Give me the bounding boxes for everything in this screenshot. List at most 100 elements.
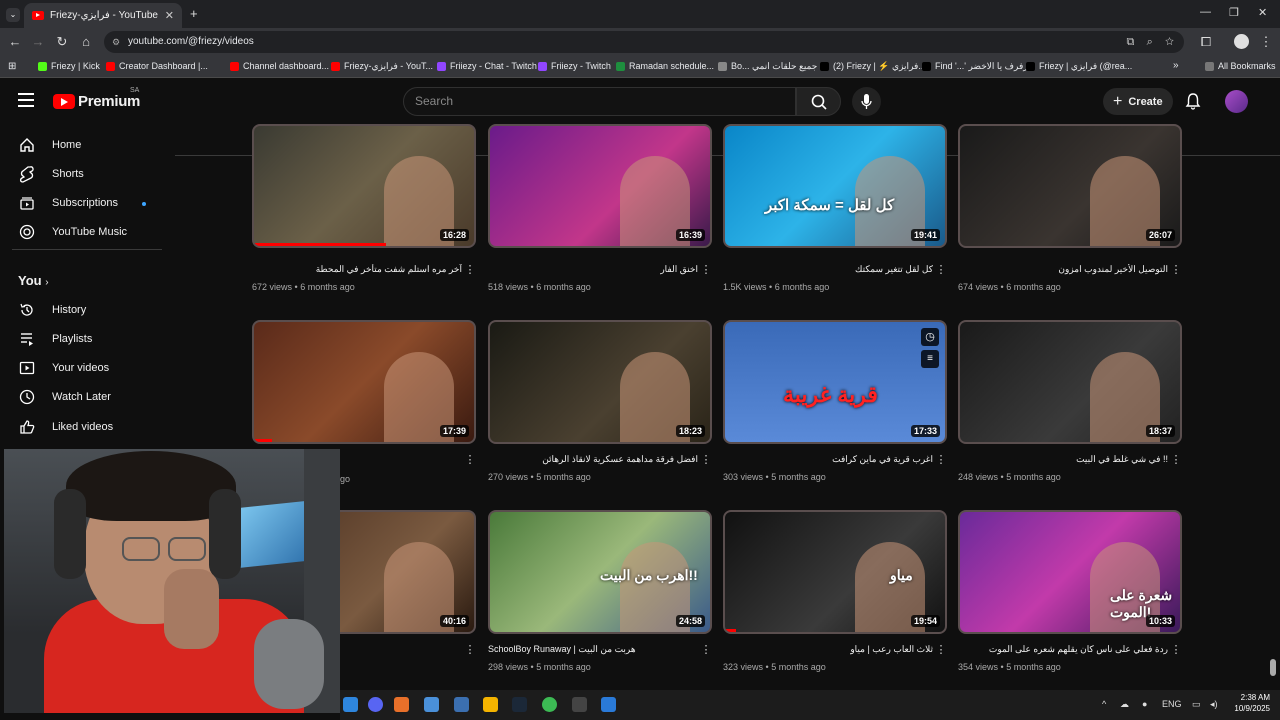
video-card[interactable]: 17:39 ⋮ [252, 320, 476, 466]
video-title[interactable]: !! في شي غلط في البيت [958, 454, 1168, 465]
forward-icon[interactable]: → [30, 34, 46, 49]
video-card[interactable]: مياو 19:54 ثلاث العاب رعب | مياو 323 views … [723, 510, 947, 672]
video-card[interactable]: 16:28 آخر مره استلم شفت متأخر في المحطة 67… [252, 124, 476, 292]
more-actions-icon[interactable]: ⋮ [935, 643, 947, 656]
url-field[interactable]: ⚙ youtube.com/@friezy/videos ⧉ ⌕ ☆ [104, 31, 1184, 53]
steam-icon[interactable] [512, 697, 527, 712]
video-card[interactable]: قرية غريبة 17:33 ◷ ≡ اغرب قرية في ماين كرافت… [723, 320, 947, 482]
more-actions-icon[interactable]: ⋮ [1170, 263, 1182, 276]
back-icon[interactable]: ← [7, 34, 23, 49]
browser-tab[interactable]: Friezy-فرايزي - YouTube ✕ [24, 3, 182, 28]
site-info-icon[interactable]: ⚙ [112, 31, 120, 53]
add-to-queue-icon[interactable]: ≡ [921, 350, 939, 368]
video-thumbnail[interactable]: 18:37 [958, 320, 1182, 444]
more-actions-icon[interactable]: ⋮ [464, 263, 476, 276]
search-input[interactable]: Search [403, 87, 796, 116]
more-actions-icon[interactable]: ⋮ [935, 453, 947, 466]
minimize-icon[interactable]: — [1200, 6, 1211, 18]
video-title[interactable]: اخنق الفار [488, 264, 698, 275]
search-button[interactable] [796, 87, 841, 116]
voice-search-button[interactable] [852, 87, 881, 116]
profile-icon[interactable] [1234, 34, 1249, 49]
youtube-premium-logo[interactable]: Premium SA [53, 87, 140, 110]
video-title[interactable]: كل لقل تتغير سمكتك [723, 264, 933, 275]
video-thumbnail[interactable]: 16:28 [252, 124, 476, 248]
volume-icon[interactable]: ◂) [1210, 699, 1218, 710]
cloud-icon[interactable]: ☁ [1120, 699, 1129, 710]
video-thumbnail[interactable]: 26:07 [958, 124, 1182, 248]
video-thumbnail[interactable]: قرية غريبة 17:33 ◷ ≡ [723, 320, 947, 444]
sidebar-item-liked-videos[interactable]: Liked videos [12, 412, 162, 441]
bookmark-item[interactable]: Find '...' رفرف يا الاخضر [922, 61, 1028, 72]
video-thumbnail[interactable]: كل لقل = سمكة اكبر 19:41 [723, 124, 947, 248]
bookmark-item[interactable]: Friezy-فرايزي - YouT... [331, 61, 433, 72]
sidebar-item-youtube-music[interactable]: YouTube Music [12, 218, 162, 247]
app-icon-9[interactable] [572, 697, 587, 712]
extensions-icon[interactable]: ⧠ [1198, 34, 1214, 50]
video-title[interactable]: اغرب قرية في ماين كرافت [723, 454, 933, 465]
install-icon[interactable]: ⧉ [1127, 36, 1135, 48]
sidebar-item-shorts[interactable]: Shorts [12, 159, 162, 188]
video-title[interactable]: ردة فعلي على ناس كان يقلهم شعره على المو… [958, 644, 1168, 655]
network-icon[interactable]: ▭ [1192, 699, 1201, 710]
bookmark-star-icon[interactable]: ☆ [1165, 36, 1174, 48]
app-icon-4[interactable] [424, 697, 439, 712]
home-browser-icon[interactable]: ⌂ [78, 34, 94, 49]
sidebar-item-playlists[interactable]: Playlists [12, 324, 162, 353]
video-thumbnail[interactable]: 18:23 [488, 320, 712, 444]
apps-grid-icon[interactable]: ⊞ [8, 61, 16, 72]
more-bookmarks-icon[interactable]: » [1173, 60, 1179, 71]
bookmark-item[interactable]: Friiezy - Chat - Twitch [437, 61, 537, 71]
bookmark-item[interactable]: Friezy | Kick [38, 61, 100, 71]
browser-menu-icon[interactable]: ⋮ [1258, 34, 1274, 50]
more-actions-icon[interactable]: ⋮ [700, 263, 712, 276]
close-window-icon[interactable]: ✕ [1258, 6, 1267, 19]
chrome-icon[interactable] [542, 697, 557, 712]
more-actions-icon[interactable]: ⋮ [935, 263, 947, 276]
video-card[interactable]: 18:37 !! في شي غلط في البيت 248 views • 5 … [958, 320, 1182, 482]
video-thumbnail[interactable]: 17:39 [252, 320, 476, 444]
video-thumbnail[interactable]: شعرة على الموت! 10:33 [958, 510, 1182, 634]
bookmark-item[interactable]: Ramadan schedule... [616, 61, 714, 71]
video-title[interactable]: افضل فرقة مداهمة عسكرية لانقاذ الرهائن [488, 454, 698, 465]
close-tab-icon[interactable]: ✕ [165, 9, 174, 22]
bookmark-item[interactable]: Channel dashboard... [230, 61, 329, 71]
mic-tray-icon[interactable]: ● [1142, 699, 1147, 709]
bookmark-item[interactable]: Friezy | فرايزي (@rea... [1026, 61, 1132, 72]
video-title[interactable]: آخر مره استلم شفت متأخر في المحطة [252, 264, 462, 275]
video-card[interactable]: اهرب من البيت!! 24:58 SchoolBoy Runaway | … [488, 510, 712, 672]
reload-icon[interactable]: ↻ [54, 34, 70, 50]
tab-search-button[interactable]: ⌄ [6, 8, 20, 22]
more-actions-icon[interactable]: ⋮ [1170, 453, 1182, 466]
app-icon-3[interactable] [394, 697, 409, 712]
more-actions-icon[interactable]: ⋮ [700, 453, 712, 466]
all-bookmarks-button[interactable]: All Bookmarks [1205, 61, 1276, 71]
sidebar-item-watch-later[interactable]: Watch Later [12, 383, 162, 412]
more-actions-icon[interactable]: ⋮ [464, 643, 476, 656]
language-indicator[interactable]: ENG [1162, 699, 1182, 709]
sidebar-item-history[interactable]: History [12, 295, 162, 324]
app-icon-1[interactable] [343, 697, 358, 712]
tray-chevron-icon[interactable]: ^ [1102, 699, 1106, 709]
sidebar-item-home[interactable]: Home [12, 130, 162, 159]
zoom-icon[interactable]: ⌕ [1147, 36, 1153, 48]
taskbar-clock[interactable]: 2:38 AM 10/9/2025 [1222, 692, 1270, 714]
bookmark-item[interactable]: Friiezy - Twitch [538, 61, 611, 71]
bookmark-item[interactable]: Creator Dashboard |... [106, 61, 208, 71]
you-section-header[interactable]: You › [18, 273, 49, 288]
video-title[interactable]: التوصيل الأخير لمندوب امزون [958, 264, 1168, 275]
page-scrollbar[interactable] [1270, 659, 1276, 676]
video-card[interactable]: 16:39 اخنق الفار 518 views • 6 months ago ⋮ [488, 124, 712, 292]
video-title[interactable]: ثلاث العاب رعب | مياو [723, 644, 933, 655]
restore-icon[interactable]: ❐ [1229, 6, 1239, 19]
discord-icon[interactable] [368, 697, 383, 712]
watch-later-icon[interactable]: ◷ [921, 328, 939, 346]
security-icon[interactable] [601, 697, 616, 712]
shield-app-icon[interactable] [454, 697, 469, 712]
file-explorer-icon[interactable] [483, 697, 498, 712]
video-card[interactable]: 18:23 افضل فرقة مداهمة عسكرية لانقاذ الره… [488, 320, 712, 482]
video-thumbnail[interactable]: 16:39 [488, 124, 712, 248]
more-actions-icon[interactable]: ⋮ [464, 453, 476, 466]
new-tab-icon[interactable]: + [190, 6, 198, 21]
video-thumbnail[interactable]: اهرب من البيت!! 24:58 [488, 510, 712, 634]
